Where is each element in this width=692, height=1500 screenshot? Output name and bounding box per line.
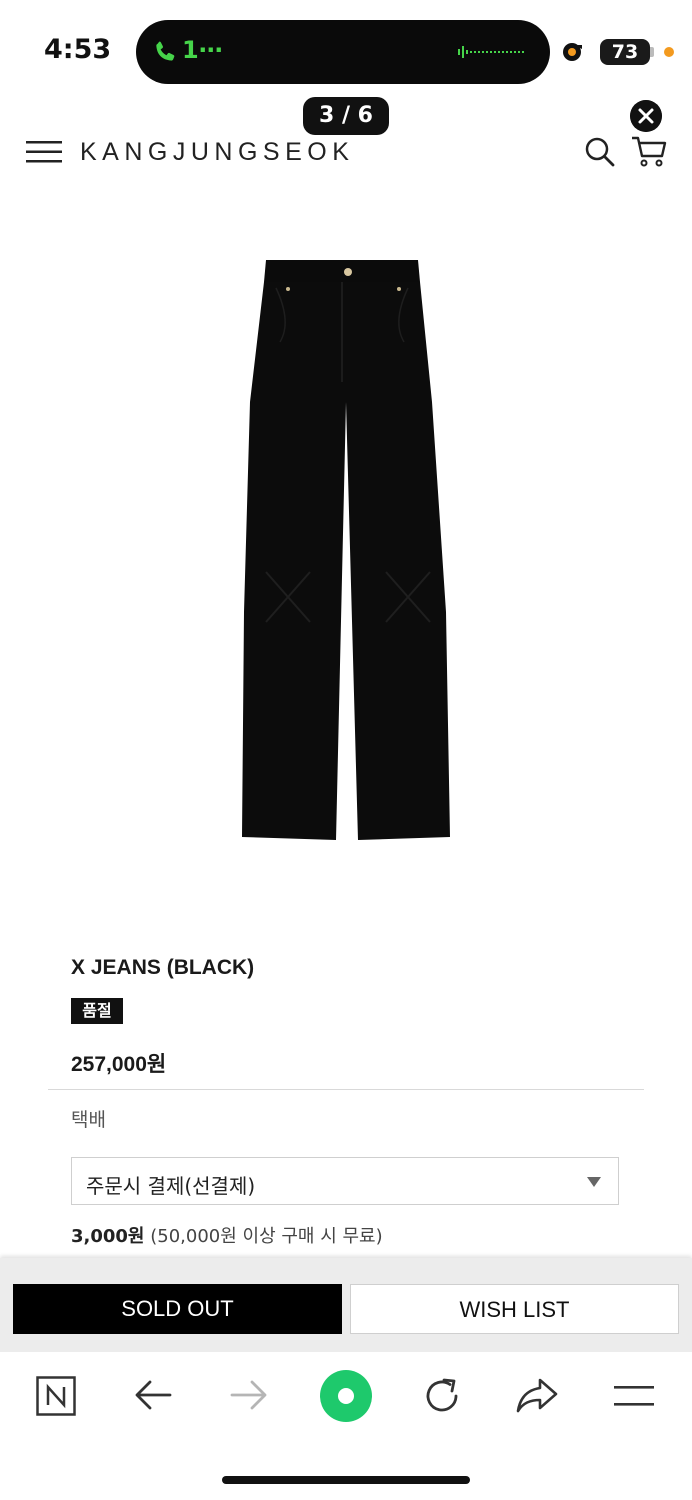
brand-logo[interactable]: KANGJUNGSEOK [80, 138, 354, 167]
product-price: 257,000원 [71, 1053, 167, 1076]
shipping-fee: 3,000원 (50,000원 이상 구매 시 무료) [71, 1222, 383, 1248]
image-counter: 3 / 6 [303, 97, 389, 135]
phone-call-icon [156, 41, 175, 61]
sold-out-button[interactable]: SOLD OUT [13, 1284, 342, 1334]
shipping-fee-note: (50,000원 이상 구매 시 무료) [150, 1226, 383, 1247]
black-jeans-image[interactable] [236, 252, 456, 852]
back-arrow-icon[interactable] [134, 1378, 172, 1412]
menu-icon[interactable] [614, 1384, 654, 1408]
divider [48, 1089, 644, 1090]
payment-select-value[interactable]: 주문시 결제(선결제) [86, 1170, 255, 1199]
forward-arrow-icon[interactable] [230, 1378, 268, 1412]
product-title: X JEANS (BLACK) [71, 956, 255, 979]
wish-list-button[interactable]: WISH LIST [350, 1284, 679, 1334]
home-indicator[interactable] [222, 1476, 470, 1484]
green-circle-icon[interactable] [320, 1370, 372, 1422]
search-icon[interactable] [584, 136, 616, 168]
close-icon[interactable] [630, 100, 662, 132]
call-indicator: 1⋯ [182, 36, 223, 64]
delivery-label: 택배 [71, 1109, 106, 1131]
hotspot-icon [563, 43, 582, 61]
reload-icon[interactable] [422, 1376, 462, 1416]
status-time: 4:53 [44, 34, 112, 65]
battery-indicator: 73 [600, 39, 650, 65]
naver-n-icon[interactable] [36, 1376, 76, 1416]
hamburger-menu-icon[interactable] [26, 140, 62, 164]
audio-waveform-icon [458, 46, 524, 58]
share-icon[interactable] [516, 1376, 558, 1414]
shipping-fee-amount: 3,000원 [71, 1226, 145, 1247]
dropdown-arrow-icon[interactable] [586, 1176, 602, 1188]
battery-cap [650, 47, 654, 57]
sold-out-badge: 품절 [71, 998, 123, 1024]
cart-icon[interactable] [630, 134, 668, 168]
recording-dot [664, 47, 674, 57]
